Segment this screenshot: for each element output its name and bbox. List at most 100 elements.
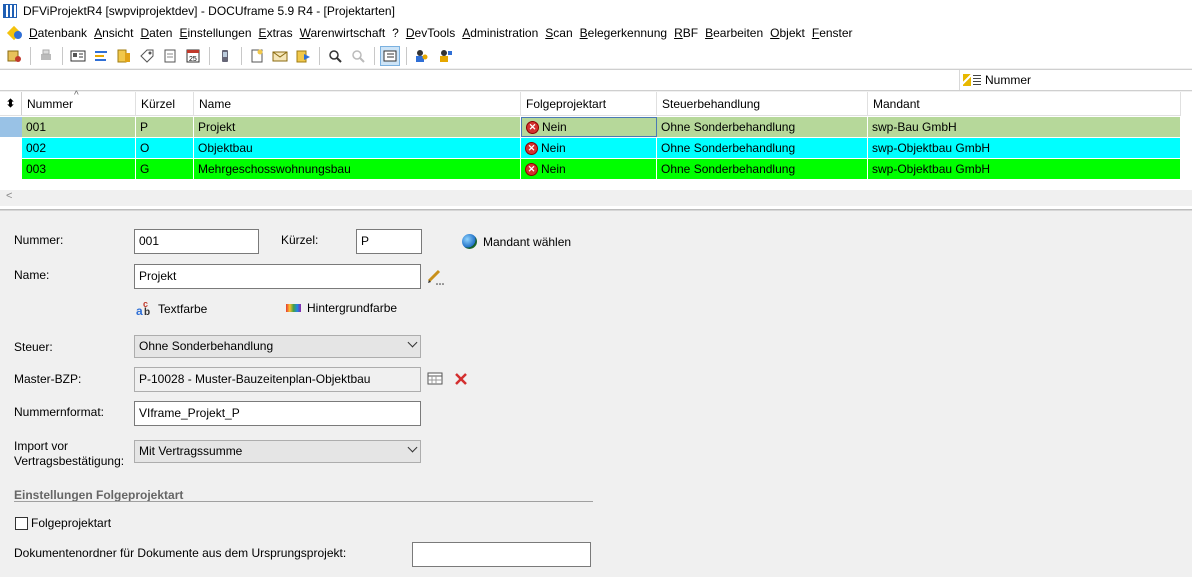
calendar-icon[interactable]: 25 <box>183 46 203 66</box>
cell-name[interactable]: Objektbau <box>194 138 521 158</box>
open-record-icon[interactable] <box>4 46 24 66</box>
menu-scan[interactable]: Scan <box>545 26 579 40</box>
toolbar-separator <box>374 46 375 65</box>
users-icon[interactable] <box>412 46 432 66</box>
row-selector[interactable] <box>0 117 22 137</box>
splitter[interactable] <box>0 209 1192 211</box>
nummer-field[interactable]: 001 <box>134 229 259 254</box>
nummer-label: Nummer: <box>14 233 64 247</box>
folder-icon[interactable] <box>114 46 134 66</box>
export-icon[interactable] <box>293 46 313 66</box>
row-selector[interactable] <box>0 159 22 179</box>
horizontal-scrollbar[interactable]: < <box>0 190 1192 206</box>
cell-nummer[interactable]: 001 <box>22 117 136 137</box>
menu-belegerkennung[interactable]: Belegerkennung <box>580 26 674 40</box>
column-header-kuerzel[interactable]: Kürzel <box>136 92 194 116</box>
list-bars-icon[interactable] <box>91 46 111 66</box>
steuer-select[interactable]: Ohne Sonderbehandlung <box>134 335 421 358</box>
column-header-folgeprojektart[interactable]: Folgeprojektart <box>521 92 657 116</box>
column-header-nummer[interactable]: ^ Nummer <box>22 90 136 116</box>
lightning-icon <box>963 74 971 86</box>
name-field[interactable]: Projekt <box>134 264 421 289</box>
new-document-icon[interactable] <box>247 46 267 66</box>
menu-ansicht[interactable]: Ansicht <box>94 26 140 40</box>
textfarbe-button[interactable]: a c b Textfarbe <box>136 299 207 318</box>
folgeprojektart-checkbox-label[interactable]: Folgeprojektart <box>31 516 111 530</box>
import-select[interactable]: Mit Vertragssumme <box>134 440 421 463</box>
row-selector-header[interactable]: ⬍ <box>0 92 22 115</box>
menu-administration[interactable]: Administration <box>462 26 545 40</box>
cell-folgeprojektart[interactable]: ✕ Nein <box>521 138 657 158</box>
menu-bearbeiten[interactable]: Bearbeiten <box>705 26 770 40</box>
steuer-select-value: Ohne Sonderbehandlung <box>139 339 274 353</box>
clear-icon[interactable] <box>453 371 469 390</box>
user-add-icon[interactable] <box>435 46 455 66</box>
menu-help[interactable]: ? <box>392 26 406 40</box>
cell-nummer[interactable]: 002 <box>22 138 136 158</box>
cell-folgeprojektart[interactable]: ✕ Nein <box>521 159 657 179</box>
address-card-icon[interactable] <box>68 46 88 66</box>
menu-extras[interactable]: Extras <box>259 26 300 40</box>
sort-indicator[interactable]: Nummer <box>959 70 1031 90</box>
svg-text:25: 25 <box>189 56 197 63</box>
nummernformat-field[interactable]: VIframe_Projekt_P <box>134 401 421 426</box>
cell-steuerbehandlung[interactable]: Ohne Sonderbehandlung <box>657 159 868 179</box>
table-row[interactable]: 002 O Objektbau ✕ Nein Ohne Sonderbehandl… <box>0 138 1181 159</box>
mandant-waehlen-button[interactable]: Mandant wählen <box>462 234 571 249</box>
kuerzel-field[interactable]: P <box>356 229 422 254</box>
dokumentenordner-field[interactable] <box>412 542 591 567</box>
app-menu-icon[interactable] <box>8 25 24 41</box>
menu-einstellungen[interactable]: Einstellungen <box>179 26 258 40</box>
menu-warenwirtschaft[interactable]: Warenwirtschaft <box>300 26 393 40</box>
master-bzp-field[interactable]: P-10028 - Muster-Bauzeitenplan-Objektbau <box>134 367 421 392</box>
table-row[interactable]: 001 P Projekt ✕ Nein Ohne Sonderbehandlun… <box>0 117 1181 138</box>
column-header-name[interactable]: Name <box>194 92 521 116</box>
menu-datenbank[interactable]: Datenbank <box>29 26 94 40</box>
print-icon[interactable] <box>36 46 56 66</box>
sort-updown-icon: ⬍ <box>5 98 16 110</box>
cell-folgeprojektart[interactable]: ✕ Nein <box>521 117 657 137</box>
column-header-mandant[interactable]: Mandant <box>868 92 1181 116</box>
toolbar-separator <box>30 46 31 65</box>
column-header-steuerbehandlung[interactable]: Steuerbehandlung <box>657 92 868 116</box>
cell-mandant[interactable]: swp-Objektbau GmbH <box>868 159 1181 179</box>
cell-steuerbehandlung[interactable]: Ohne Sonderbehandlung <box>657 117 868 137</box>
cell-steuerbehandlung[interactable]: Ohne Sonderbehandlung <box>657 138 868 158</box>
no-icon: ✕ <box>526 120 539 134</box>
filter-bar: Nummer <box>0 69 1192 91</box>
project-types-grid: ⬍ ^ Nummer Kürzel Name Folgeprojektart St… <box>0 90 1192 210</box>
edit-pencil-icon[interactable] <box>426 267 444 288</box>
phone-icon[interactable] <box>215 46 235 66</box>
menu-objekt[interactable]: Objekt <box>770 26 812 40</box>
mail-icon[interactable] <box>270 46 290 66</box>
table-row[interactable]: 003 G Mehrgeschosswohnungsbau ✕ Nein Ohne… <box>0 159 1181 180</box>
toolbar-separator <box>62 46 63 65</box>
dokumentenordner-label: Dokumentenordner für Dokumente aus dem U… <box>14 546 347 560</box>
steuer-label: Steuer: <box>14 340 53 354</box>
cell-nummer[interactable]: 003 <box>22 159 136 179</box>
kuerzel-label: Kürzel: <box>281 233 319 247</box>
background-color-icon <box>286 304 301 312</box>
calendar-grid-icon[interactable] <box>427 371 443 390</box>
cell-name[interactable]: Projekt <box>194 117 521 137</box>
menu-rbf[interactable]: RBF <box>674 26 705 40</box>
menu-daten[interactable]: Daten <box>140 26 179 40</box>
chevron-down-icon <box>407 337 418 348</box>
cell-mandant[interactable]: swp-Objektbau GmbH <box>868 138 1181 158</box>
search-icon[interactable] <box>325 46 345 66</box>
menu-devtools[interactable]: DevTools <box>406 26 462 40</box>
cell-mandant[interactable]: swp-Bau GmbH <box>868 117 1181 137</box>
document-icon[interactable] <box>160 46 180 66</box>
folgeprojektart-checkbox[interactable] <box>15 517 28 530</box>
menu-fenster[interactable]: Fenster <box>812 26 860 40</box>
row-selector[interactable] <box>0 138 22 158</box>
cell-name[interactable]: Mehrgeschosswohnungsbau <box>194 159 521 179</box>
cell-kuerzel[interactable]: G <box>136 159 194 179</box>
tag-icon[interactable] <box>137 46 157 66</box>
form-view-icon[interactable] <box>380 45 400 66</box>
cell-kuerzel[interactable]: P <box>136 117 194 137</box>
scroll-left-icon[interactable]: < <box>6 190 12 202</box>
hintergrundfarbe-button[interactable]: Hintergrundfarbe <box>286 301 397 315</box>
cell-kuerzel[interactable]: O <box>136 138 194 158</box>
search-disabled-icon[interactable] <box>348 46 368 66</box>
